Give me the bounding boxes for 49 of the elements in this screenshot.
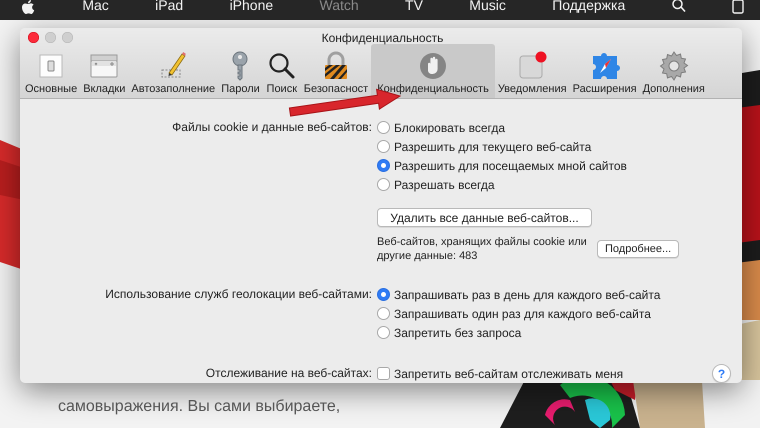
radio-button[interactable] (377, 307, 390, 320)
search-icon[interactable] (672, 0, 686, 12)
page-text: самовыражения. Вы сами выбираете, (58, 397, 342, 417)
minimize-button[interactable] (45, 32, 56, 42)
help-button[interactable]: ? (712, 364, 731, 383)
radio-button[interactable] (377, 121, 390, 134)
toolbar-tab[interactable]: Дополнения (640, 44, 708, 98)
radio-button[interactable] (377, 178, 390, 191)
checkbox[interactable] (377, 367, 390, 380)
nav-link[interactable]: Watch (320, 0, 359, 12)
option-label[interactable]: Запретить без запроса (394, 326, 522, 340)
toolbar-tab[interactable]: Основные (22, 44, 80, 98)
radio-button[interactable] (377, 159, 390, 172)
nav-link[interactable]: Music (469, 0, 506, 12)
option-label[interactable]: Запрашивать раз в день для каждого веб-сайта (394, 288, 660, 302)
option-label[interactable]: Разрешить для текущего веб-сайта (394, 140, 592, 154)
radio-button[interactable] (377, 288, 390, 301)
info-text: Веб-сайтов, хранящих файлы cookie или другие данные: 483 (377, 235, 587, 263)
nav-link[interactable]: TV (405, 0, 423, 12)
toolbar-tab[interactable]: Уведомления (494, 44, 570, 98)
nav-link[interactable]: iPhone (230, 0, 274, 12)
option-label[interactable]: Блокировать всегда (394, 120, 506, 134)
details-button[interactable]: Подробнее... (597, 240, 680, 258)
toolbar-tab[interactable]: Конфиденциальность (371, 44, 495, 98)
nav-link[interactable]: iPad (155, 0, 184, 12)
gear-icon (658, 50, 690, 82)
section-label: Отслеживание на веб-сайтах: (206, 365, 372, 382)
nav-link[interactable]: Mac (82, 0, 109, 12)
toolbar-tab[interactable]: Поиск (262, 44, 301, 98)
close-button[interactable] (28, 32, 39, 42)
window-title: Конфиденциальность (320, 30, 444, 45)
option-label[interactable]: Разрешить для посещаемых мной сайтов (394, 158, 627, 172)
nav-link[interactable]: Поддержка (552, 0, 626, 12)
toolbar-tab[interactable]: Автозаполнение (128, 44, 218, 98)
radio-button[interactable] (377, 140, 390, 153)
radio-button[interactable] (377, 326, 390, 339)
remove-data-button[interactable]: Удалить все данные веб-сайтов... (377, 208, 592, 227)
checkbox-label[interactable]: Запретить веб-сайтам отслеживать меня (394, 366, 624, 380)
zoom-button[interactable] (62, 32, 73, 42)
section-label: Файлы cookie и данные веб-сайтов: (172, 119, 372, 136)
toolbar-tab[interactable]: Расширения (570, 44, 640, 98)
toolbar-tab[interactable]: Безопасност (300, 44, 372, 98)
toolbar-tab[interactable]: Вкладки (80, 44, 128, 98)
option-label[interactable]: Запрашивать один раз для каждого веб-сайта (394, 306, 651, 320)
bag-icon[interactable] (732, 0, 744, 14)
option-label[interactable]: Разрешать всегда (394, 178, 495, 192)
section-label: Использование служб геолокации веб-сайтами: (105, 286, 372, 303)
toolbar-tab[interactable]: Пароли (218, 44, 263, 98)
apple-icon[interactable] (20, 0, 36, 14)
